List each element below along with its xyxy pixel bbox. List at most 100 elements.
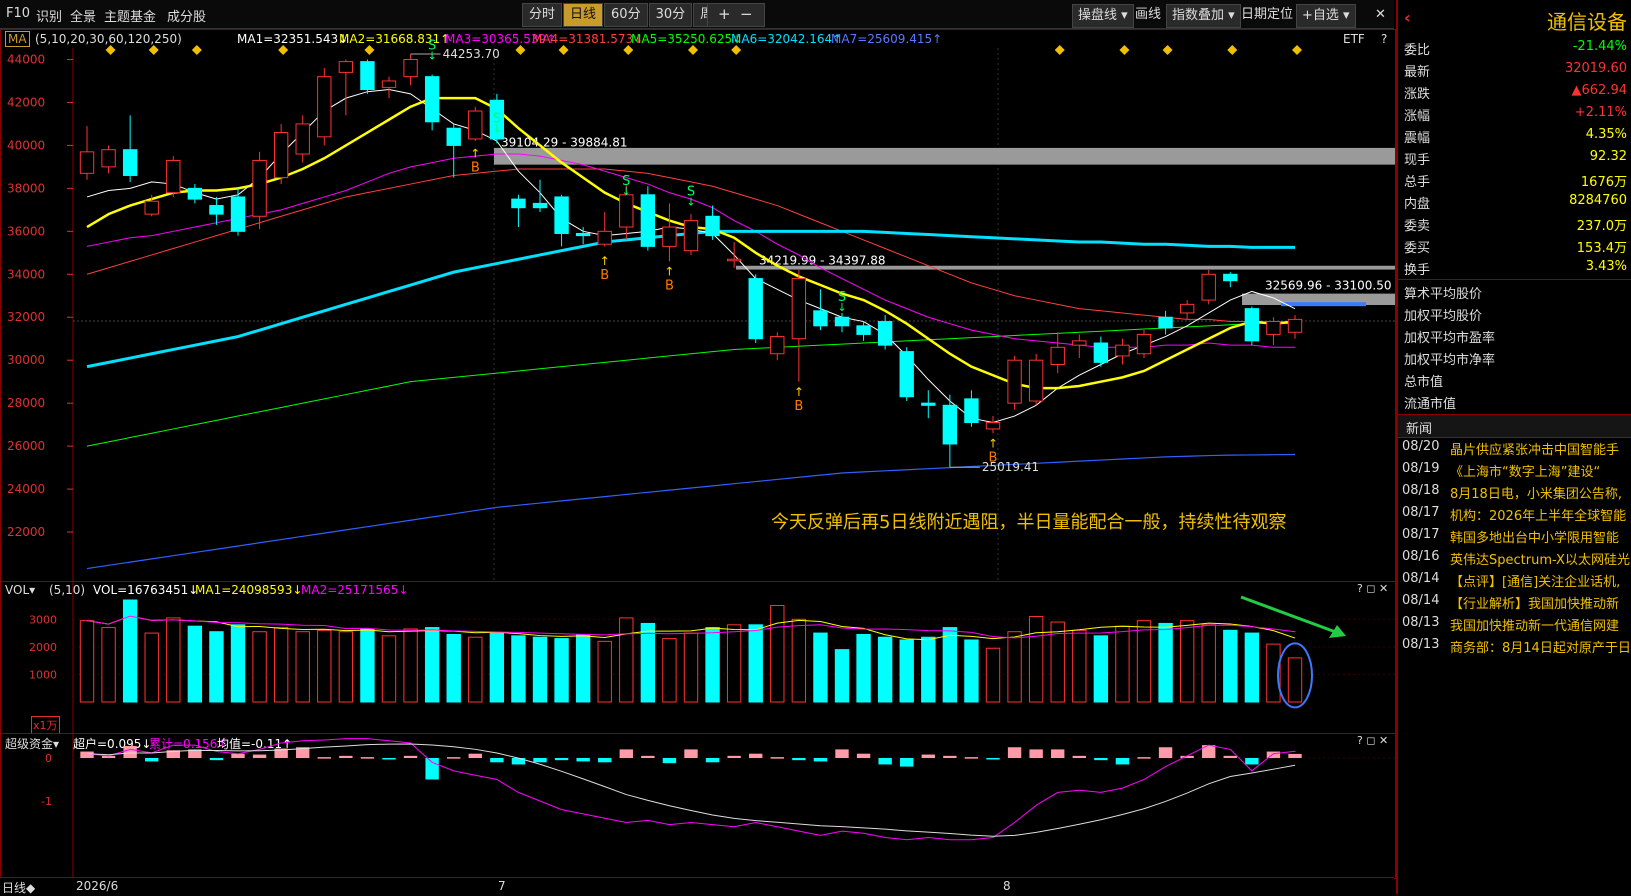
back-icon[interactable]: ‹ <box>1404 8 1411 27</box>
fund-bar-pos <box>403 755 418 758</box>
buy-signal: B <box>471 160 480 175</box>
index-overlay-button[interactable]: 指数叠加 ▾ <box>1166 4 1241 28</box>
resistance-zone-1 <box>494 147 1395 165</box>
candle-up <box>791 278 807 340</box>
candle-up <box>1136 333 1152 355</box>
fund-bar-pos <box>317 757 331 759</box>
vol-bar-down <box>834 649 850 703</box>
vol-bar-down <box>640 622 656 703</box>
quote-key: 现手 <box>1404 153 1431 168</box>
draw-line-button[interactable]: 画线 <box>1130 4 1166 26</box>
super-fund-chart: 0 -1 <box>41 734 1395 878</box>
zoom-in-button[interactable]: + <box>718 5 731 23</box>
stat-key: 总市值 <box>1404 375 1444 390</box>
fund-bar-pos <box>360 757 375 759</box>
date-label-aug: 8 <box>1003 879 1011 893</box>
price-tick-label: 30000 <box>7 353 45 367</box>
candle-up <box>295 123 310 155</box>
fund-bar-neg <box>900 758 914 767</box>
date-locate-button[interactable]: 日期定位 <box>1236 4 1298 26</box>
top-toolbar: F10 识别 全景 主题基金 成分股 分时日线60分30分周线▾ + − 操盘线… <box>0 0 1394 29</box>
fund-bar-neg <box>145 758 159 762</box>
vol-bar-up <box>1115 625 1130 703</box>
tab-intraday[interactable]: 分时 <box>522 3 563 27</box>
buy-signal: B <box>989 450 998 465</box>
news-item[interactable]: 08/17 机构：2026年上半年全球智能 <box>1398 503 1631 525</box>
period-mode[interactable]: 日线◆ <box>2 879 35 896</box>
nav-identify[interactable]: 识别 <box>36 6 62 25</box>
quote-row: 最新 32019.60 <box>1398 58 1631 80</box>
news-headline: 【行业解析】我国加快推动新 <box>1450 597 1620 612</box>
news-headline: 8月18日电，小米集团公告称, <box>1450 487 1622 502</box>
news-item[interactable]: 08/16 英伟达Spectrum-X以太网硅光 <box>1398 547 1631 569</box>
candle-up <box>1050 346 1065 365</box>
stat-row: 总市值 <box>1398 368 1631 390</box>
vol-bar-down <box>230 624 246 703</box>
quote-key: 内盘 <box>1404 197 1431 212</box>
candle-up <box>770 336 785 355</box>
fund-bar-pos <box>447 757 461 759</box>
vol-bar-up <box>791 618 807 703</box>
tab-daily[interactable]: 日线 <box>563 3 604 27</box>
price-tick-label: 22000 <box>7 525 45 539</box>
candle-down <box>209 205 224 215</box>
nav-theme-fund[interactable]: 主题基金 <box>104 6 156 25</box>
candle-down <box>187 187 203 200</box>
stat-row: 算术平均股价 <box>1398 280 1631 302</box>
index-overlay-label: 指数叠加 <box>1172 8 1225 23</box>
vol-bar-up <box>1136 620 1152 703</box>
candle-down <box>1093 342 1109 363</box>
operation-line-button[interactable]: 操盘线 ▾ <box>1072 4 1134 28</box>
close-icon[interactable]: ✕ <box>1370 4 1391 26</box>
nav-f10[interactable]: F10 <box>6 6 30 21</box>
price-tick-label: 40000 <box>7 138 45 152</box>
vol-bar-up <box>468 636 483 703</box>
vol-bar-down <box>424 627 440 703</box>
news-item[interactable]: 08/14 【行业解析】我国加快推动新 <box>1398 591 1631 613</box>
event-diamond <box>1292 45 1302 55</box>
nav-panorama[interactable]: 全景 <box>70 6 96 25</box>
quote-value: +2.11% <box>1574 105 1627 120</box>
stat-row: 流通市值 <box>1398 390 1631 412</box>
fund-bar-pos <box>252 754 267 758</box>
news-item[interactable]: 08/20 晶片供应紧张冲击中国智能手 <box>1398 437 1631 459</box>
candle-up <box>252 159 267 217</box>
news-item[interactable]: 08/13 商务部：8月14日起对原产于日 <box>1398 635 1631 657</box>
add-watchlist-button[interactable]: +自选 ▾ <box>1296 4 1356 28</box>
news-item[interactable]: 08/14 【点评】[通信]关注企业话机, <box>1398 569 1631 591</box>
event-diamond <box>731 45 742 55</box>
vol-bar-down <box>705 627 720 703</box>
tab-30min[interactable]: 30分 <box>648 3 693 27</box>
buy-arrow: ↑ <box>470 146 480 160</box>
news-headline: 我国加快推动新一代通信网建 <box>1450 619 1620 634</box>
buy-arrow: ↑ <box>664 265 674 279</box>
stat-key: 流通市值 <box>1404 397 1457 412</box>
tab-60min[interactable]: 60分 <box>604 3 648 27</box>
vol-bar-down <box>209 631 224 703</box>
vol-bar-up <box>985 647 1001 703</box>
candle-up <box>101 149 116 168</box>
stat-row: 加权平均市盈率 <box>1398 324 1631 346</box>
candle-down <box>230 196 246 232</box>
fund-bar-pos <box>943 755 957 758</box>
vol-bar-down <box>964 639 979 703</box>
operation-line-label: 操盘线 <box>1078 8 1118 23</box>
price-tick-label: 42000 <box>7 95 45 109</box>
price-tick-label: 32000 <box>7 310 45 324</box>
quote-row: 现手 92.32 <box>1398 146 1631 168</box>
zoom-out-button[interactable]: − <box>740 5 753 23</box>
nav-constituents[interactable]: 成分股 <box>167 6 206 25</box>
news-item[interactable]: 08/18 8月18日电，小米集团公告称, <box>1398 481 1631 503</box>
fund-bar-pos <box>684 749 698 758</box>
zoom-group: + − <box>707 3 765 27</box>
quote-value: 1676万 <box>1580 175 1627 190</box>
event-diamond <box>105 45 116 55</box>
news-item[interactable]: 08/17 韩国多地出台中小学限用智能 <box>1398 525 1631 547</box>
vol-bar-down <box>813 632 828 703</box>
news-item[interactable]: 08/13 我国加快推动新一代通信网建 <box>1398 613 1631 635</box>
candle-up <box>1287 318 1303 333</box>
fund-bar-pos <box>468 753 482 758</box>
vol-bar-up <box>252 631 267 703</box>
stat-key: 加权平均市盈率 <box>1404 331 1496 346</box>
news-item[interactable]: 08/19 《上海市“数字上海”建设“ <box>1398 459 1631 481</box>
